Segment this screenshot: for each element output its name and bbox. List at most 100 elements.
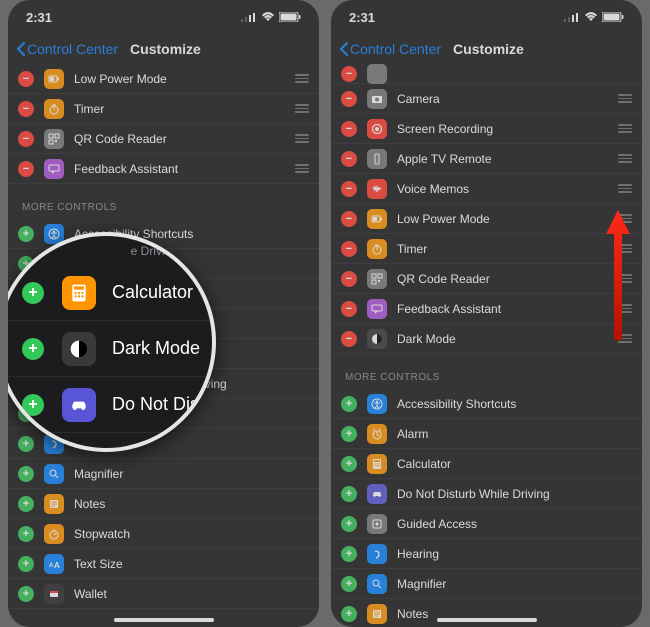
remove-button[interactable]: −	[341, 331, 357, 347]
drag-handle-icon[interactable]	[293, 164, 309, 173]
list-item[interactable]: − Camera	[331, 84, 642, 114]
list-item[interactable]: − QR Code Reader	[331, 264, 642, 294]
alarm-icon	[367, 424, 387, 444]
remove-button[interactable]: −	[341, 121, 357, 137]
notes-icon	[44, 494, 64, 514]
remove-button[interactable]: −	[341, 91, 357, 107]
zoom-peek-text: e Driving	[131, 244, 178, 258]
row-label: Accessibility Shortcuts	[397, 397, 632, 411]
list-item[interactable]: +Notes	[331, 599, 642, 627]
remove-button[interactable]: −	[341, 181, 357, 197]
feedback-icon	[44, 159, 64, 179]
remove-button[interactable]: −	[341, 211, 357, 227]
list-item[interactable]: +Magnifier	[8, 459, 319, 489]
list-item[interactable]: +Notes	[8, 489, 319, 519]
row-label: Calculator	[397, 457, 632, 471]
list-item[interactable]: −	[331, 64, 642, 84]
list-item[interactable]: −Voice Memos	[331, 174, 642, 204]
drag-handle-icon[interactable]	[616, 214, 632, 223]
row-label: Hearing	[397, 547, 632, 561]
drag-handle-icon[interactable]	[616, 154, 632, 163]
list-item[interactable]: −Low Power Mode	[8, 64, 319, 94]
drag-handle-icon[interactable]	[616, 334, 632, 343]
list-item[interactable]: + Calculator	[331, 449, 642, 479]
add-button[interactable]: +	[341, 516, 357, 532]
remove-button[interactable]: −	[341, 151, 357, 167]
remove-button[interactable]: −	[341, 66, 357, 82]
add-button[interactable]: +	[18, 466, 34, 482]
list-item[interactable]: −Low Power Mode	[331, 204, 642, 234]
remove-button[interactable]: −	[341, 301, 357, 317]
add-button[interactable]: +	[18, 586, 34, 602]
status-indicators	[241, 12, 301, 22]
add-button[interactable]: +	[18, 526, 34, 542]
record-icon	[367, 119, 387, 139]
add-button[interactable]: +	[341, 396, 357, 412]
remove-button[interactable]: −	[18, 101, 34, 117]
add-button[interactable]: +	[22, 338, 44, 360]
stopwatch-icon	[44, 524, 64, 544]
zoom-list-item[interactable]: +Dark Mode	[8, 321, 212, 377]
remove-button[interactable]: −	[18, 161, 34, 177]
add-button[interactable]: +	[341, 576, 357, 592]
text-icon: AA	[44, 554, 64, 574]
add-button[interactable]: +	[341, 546, 357, 562]
list-item[interactable]: +Alarm	[331, 419, 642, 449]
home-indicator[interactable]	[114, 618, 214, 622]
back-button[interactable]: Control Center	[16, 41, 118, 57]
magnifier-icon	[44, 464, 64, 484]
drag-handle-icon[interactable]	[293, 104, 309, 113]
add-button[interactable]: +	[22, 282, 44, 304]
list-item[interactable]: −Feedback Assistant	[331, 294, 642, 324]
add-button[interactable]: +	[18, 436, 34, 452]
back-button[interactable]: Control Center	[339, 41, 441, 57]
right-scroll[interactable]: − − Camera −Screen Recording−Apple TV Remo…	[331, 64, 642, 627]
row-label: Camera	[397, 92, 616, 106]
voice-icon	[367, 179, 387, 199]
add-button[interactable]: +	[18, 226, 34, 242]
list-item[interactable]: + Hearing	[331, 539, 642, 569]
status-bar: 2:31	[8, 0, 319, 34]
list-item[interactable]: −Timer	[331, 234, 642, 264]
zoom-list-item[interactable]: +Calculator	[8, 265, 212, 321]
drag-handle-icon[interactable]	[293, 74, 309, 83]
drag-handle-icon[interactable]	[616, 244, 632, 253]
chevron-left-icon	[339, 42, 348, 56]
status-indicators	[564, 12, 624, 22]
add-button[interactable]: +	[18, 496, 34, 512]
list-item[interactable]: +Wallet	[8, 579, 319, 609]
status-time: 2:31	[349, 10, 375, 25]
drag-handle-icon[interactable]	[616, 304, 632, 313]
list-item[interactable]: + Do Not Disturb While Driving	[331, 479, 642, 509]
list-item[interactable]: +Guided Access	[331, 509, 642, 539]
drag-handle-icon[interactable]	[616, 124, 632, 133]
home-indicator[interactable]	[437, 618, 537, 622]
add-button[interactable]: +	[341, 456, 357, 472]
notes-icon	[367, 604, 387, 624]
list-item[interactable]: −QR Code Reader	[8, 124, 319, 154]
row-label: Do Not Disturb While Driving	[397, 487, 632, 501]
add-button[interactable]: +	[341, 426, 357, 442]
list-item[interactable]: +Magnifier	[331, 569, 642, 599]
list-item[interactable]: + Accessibility Shortcuts	[331, 389, 642, 419]
remove-button[interactable]: −	[18, 71, 34, 87]
drag-handle-icon[interactable]	[616, 94, 632, 103]
drag-handle-icon[interactable]	[616, 184, 632, 193]
remove-button[interactable]: −	[341, 241, 357, 257]
list-item[interactable]: −Feedback Assistant	[8, 154, 319, 184]
list-item[interactable]: −Dark Mode	[331, 324, 642, 354]
row-label: QR Code Reader	[397, 272, 616, 286]
list-item[interactable]: −Timer	[8, 94, 319, 124]
add-button[interactable]: +	[341, 606, 357, 622]
drag-handle-icon[interactable]	[293, 134, 309, 143]
list-item[interactable]: +AAText Size	[8, 549, 319, 579]
add-button[interactable]: +	[22, 394, 44, 416]
list-item[interactable]: −Apple TV Remote	[331, 144, 642, 174]
remove-button[interactable]: −	[18, 131, 34, 147]
list-item[interactable]: +Stopwatch	[8, 519, 319, 549]
drag-handle-icon[interactable]	[616, 274, 632, 283]
list-item[interactable]: −Screen Recording	[331, 114, 642, 144]
add-button[interactable]: +	[341, 486, 357, 502]
remove-button[interactable]: −	[341, 271, 357, 287]
add-button[interactable]: +	[18, 556, 34, 572]
